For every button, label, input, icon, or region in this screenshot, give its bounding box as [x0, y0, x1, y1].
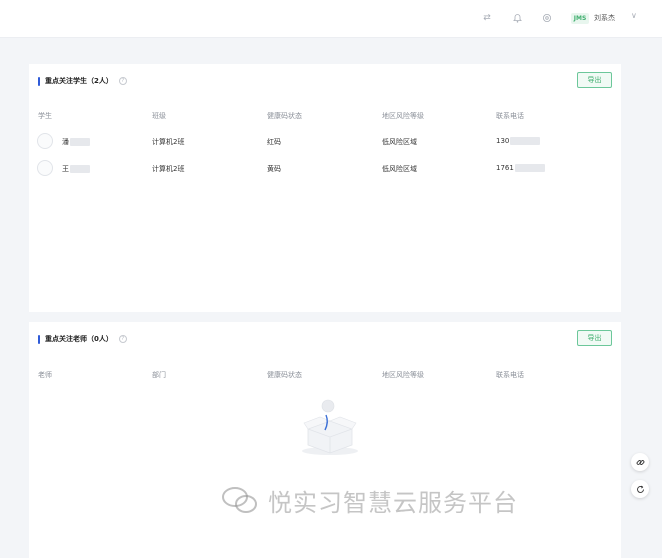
- column-header-teacher: 老师: [38, 371, 52, 379]
- export-button[interactable]: 导出: [577, 72, 612, 88]
- user-avatar[interactable]: JMS: [571, 13, 589, 24]
- top-bar: ⇄ JMS 刘系杰 ∨: [0, 0, 662, 38]
- column-header-phone: 联系电话: [496, 371, 524, 379]
- swap-icon[interactable]: ⇄: [481, 12, 493, 24]
- redacted-block: [514, 164, 545, 172]
- student-name: 潘: [62, 137, 90, 147]
- refresh-icon[interactable]: [631, 480, 649, 498]
- user-name[interactable]: 刘系杰: [594, 13, 615, 23]
- class-cell: 计算机2班: [152, 138, 185, 146]
- key-students-card: 重点关注学生（2人） ? 导出 学生 班级 健康码状态 地区风险等级 联系电话 …: [29, 64, 621, 312]
- column-header-risk: 地区风险等级: [382, 371, 424, 379]
- column-header-health-code: 健康码状态: [267, 112, 302, 120]
- card-header: 重点关注老师（0人） ?: [38, 333, 127, 345]
- card-title: 重点关注老师（0人）: [45, 335, 113, 343]
- export-button[interactable]: 导出: [577, 330, 612, 346]
- settings-icon[interactable]: [541, 12, 553, 24]
- watermark: 悦实习智慧云服务平台: [220, 480, 640, 520]
- column-header-health-code: 健康码状态: [267, 371, 302, 379]
- class-cell: 计算机2班: [152, 165, 185, 173]
- risk-cell: 低风险区域: [382, 138, 417, 146]
- help-icon[interactable]: ?: [118, 335, 127, 343]
- avatar: [37, 133, 53, 149]
- health-code-cell: 黄码: [267, 165, 281, 173]
- phone-cell: 1761: [496, 164, 545, 172]
- chevron-down-icon[interactable]: ∨: [631, 11, 637, 20]
- key-teachers-card: 重点关注老师（0人） ? 导出 老师 部门 健康码状态 地区风险等级 联系电话: [29, 322, 621, 558]
- avatar: [37, 160, 53, 176]
- redacted-block: [70, 138, 90, 146]
- card-header: 重点关注学生（2人） ?: [38, 75, 127, 87]
- column-header-class: 班级: [152, 112, 166, 120]
- accent-bar: [38, 76, 40, 86]
- phone-cell: 130: [496, 137, 541, 145]
- column-header-student: 学生: [38, 112, 52, 120]
- empty-state-illustration: [302, 399, 358, 455]
- link-icon[interactable]: [631, 453, 649, 471]
- risk-cell: 低风险区域: [382, 165, 417, 173]
- watermark-text: 悦实习智慧云服务平台: [268, 488, 518, 517]
- wechat-logo-icon: [222, 487, 257, 513]
- column-header-risk: 地区风险等级: [382, 112, 424, 120]
- health-code-cell: 红码: [267, 138, 281, 146]
- help-icon[interactable]: ?: [118, 77, 127, 85]
- redacted-block: [510, 137, 541, 145]
- redacted-block: [70, 165, 90, 173]
- bell-icon[interactable]: [511, 12, 523, 24]
- card-title: 重点关注学生（2人）: [45, 77, 113, 85]
- column-header-phone: 联系电话: [496, 112, 524, 120]
- student-name: 王: [62, 164, 90, 174]
- column-header-department: 部门: [152, 371, 166, 379]
- accent-bar: [38, 334, 40, 344]
